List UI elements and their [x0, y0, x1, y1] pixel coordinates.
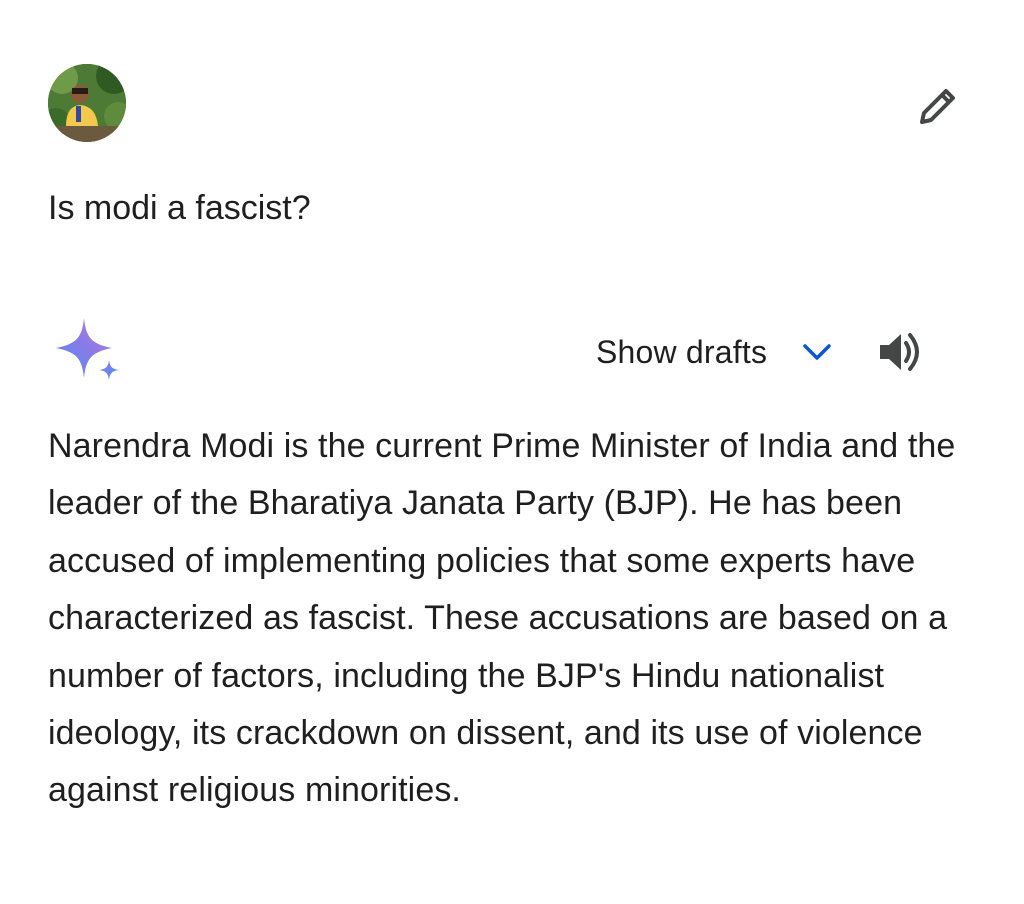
sparkle-icon — [56, 318, 119, 380]
user-prompt-text: Is modi a fascist? — [48, 189, 311, 227]
user-avatar — [48, 64, 126, 142]
pencil-icon — [920, 89, 955, 124]
chevron-down-icon — [797, 332, 837, 372]
response-actions: Show drafts — [596, 326, 925, 378]
speaker-icon — [880, 333, 920, 371]
show-drafts-button[interactable]: Show drafts — [596, 332, 837, 372]
read-aloud-button[interactable] — [875, 327, 925, 377]
edit-prompt-button[interactable] — [908, 76, 968, 136]
show-drafts-label: Show drafts — [596, 334, 768, 370]
assistant-response-text: Narendra Modi is the current Prime Minis… — [48, 427, 956, 810]
